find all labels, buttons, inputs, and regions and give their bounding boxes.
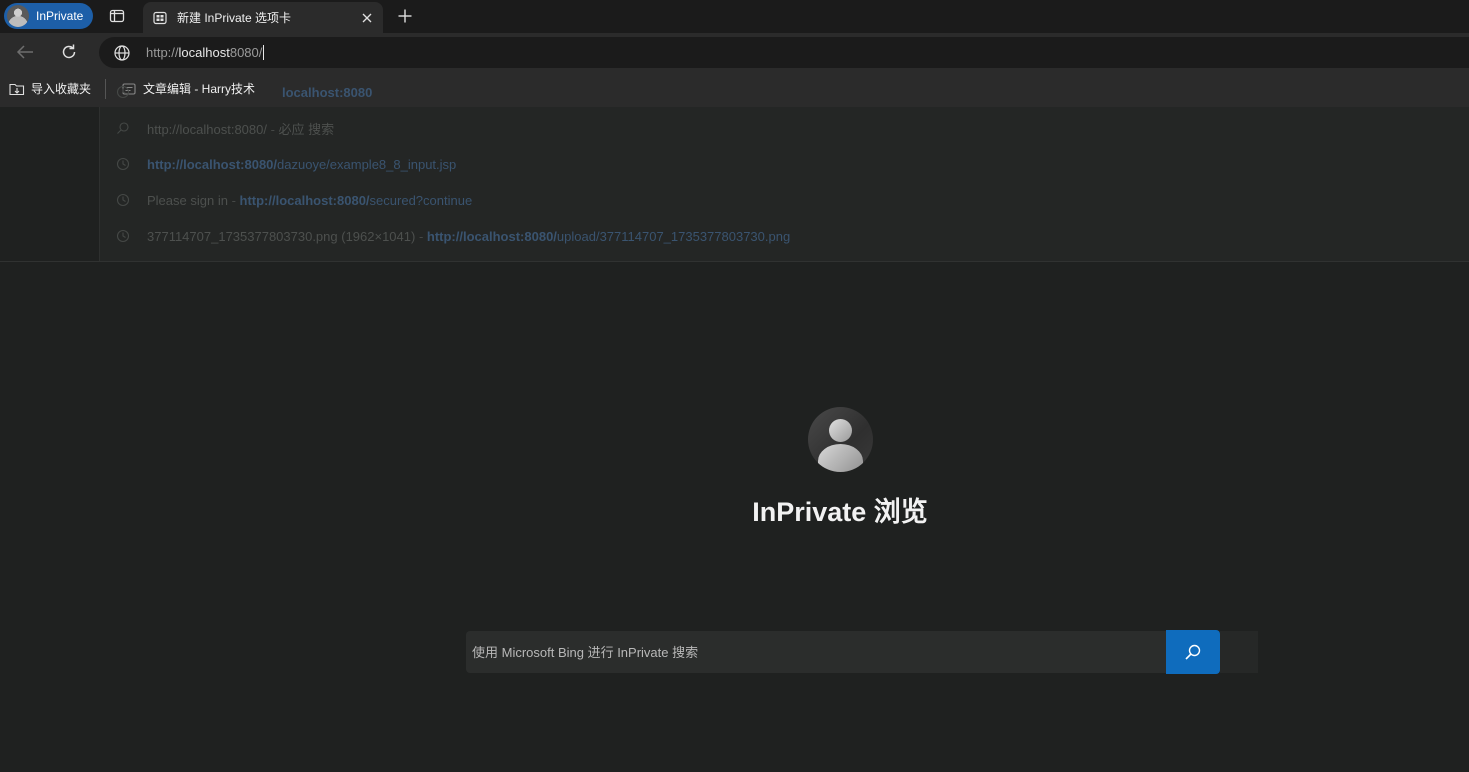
globe-icon <box>114 45 130 61</box>
profile-label: InPrivate <box>36 9 84 23</box>
browser-toolbar: http://localhost8080/ <box>0 33 1469 70</box>
suggestion-text: Please sign in <box>147 192 228 208</box>
inprivate-avatar-icon <box>808 407 873 472</box>
profile-button[interactable]: InPrivate <box>4 3 93 29</box>
search-icon <box>117 122 129 134</box>
tab-title: 新建 InPrivate 选项卡 <box>177 11 292 25</box>
address-suggestions-dropdown: localhost:8080 http://localhost:8080/ - … <box>99 85 1469 261</box>
history-icon <box>116 229 130 243</box>
history-icon <box>116 85 130 99</box>
new-tab-button[interactable] <box>395 6 415 26</box>
history-icon <box>116 157 130 171</box>
suggestion-item[interactable]: localhost:8080 <box>100 74 1469 110</box>
search-box-shadow <box>1220 631 1258 673</box>
address-scheme: http:// <box>146 45 179 60</box>
plus-icon <box>398 9 412 23</box>
history-icon <box>116 193 130 207</box>
back-arrow-icon <box>16 45 33 59</box>
back-button[interactable] <box>15 42 35 62</box>
bing-search-box[interactable] <box>466 631 1166 673</box>
suggestion-item[interactable]: http://localhost:8080/ - 必应 搜索 <box>100 110 1469 146</box>
refresh-button[interactable] <box>59 42 79 62</box>
search-button[interactable] <box>1166 630 1220 674</box>
import-favorites-label: 导入收藏夹 <box>31 82 92 96</box>
import-folder-icon <box>9 83 25 95</box>
tab-close-button[interactable] <box>359 10 375 26</box>
page-title: InPrivate 浏览 <box>752 497 928 527</box>
suggestion-text: http://localhost:8080/ <box>147 121 267 137</box>
close-icon <box>362 13 372 23</box>
search-input[interactable] <box>466 631 1166 673</box>
suggestion-item[interactable]: Please sign in - http://localhost:8080/s… <box>100 182 1469 218</box>
suggestion-path: dazuoye/example8_8_input.jsp <box>277 156 457 172</box>
address-input[interactable]: http://localhost8080/ <box>146 45 265 60</box>
search-icon <box>1185 644 1201 660</box>
suggestion-item[interactable]: 377114707_1735377803730.png (1962×1041) … <box>100 218 1469 254</box>
suggestion-link: localhost:8080 <box>282 84 373 100</box>
address-bar[interactable]: http://localhost8080/ <box>99 37 1469 68</box>
profile-avatar-icon <box>7 5 29 27</box>
suggestion-separator: - <box>266 121 279 137</box>
address-host: localhost <box>178 45 230 60</box>
tab-actions-icon <box>109 9 125 23</box>
address-port-path: 8080/ <box>229 45 263 60</box>
import-favorites-button[interactable]: 导入收藏夹 <box>9 80 91 97</box>
suggestion-separator: - <box>415 228 427 244</box>
suggestion-text: 377114707_1735377803730.png (1962×1041) <box>147 228 416 244</box>
suggestion-link: http://localhost:8080/ <box>426 228 557 244</box>
text-caret <box>263 45 265 60</box>
tab-strip: InPrivate 新建 InPrivate 选项卡 <box>0 0 1469 33</box>
tab-new-inprivate[interactable]: 新建 InPrivate 选项卡 <box>143 2 383 33</box>
suggestion-separator: - <box>227 192 240 208</box>
new-tab-favicon-icon <box>153 11 167 25</box>
suggestion-path: upload/377114707_1735377803730.png <box>556 228 791 244</box>
refresh-icon <box>62 44 76 59</box>
tab-actions-button[interactable] <box>107 7 127 25</box>
suggestion-link: http://localhost:8080/ <box>239 192 370 208</box>
suggestion-extra: 必应 搜索 <box>278 121 335 137</box>
suggestion-item[interactable]: http://localhost:8080/dazuoye/example8_8… <box>100 146 1469 182</box>
suggestion-path: secured?continue <box>369 192 473 208</box>
suggestion-link: http://localhost:8080/ <box>147 156 278 172</box>
